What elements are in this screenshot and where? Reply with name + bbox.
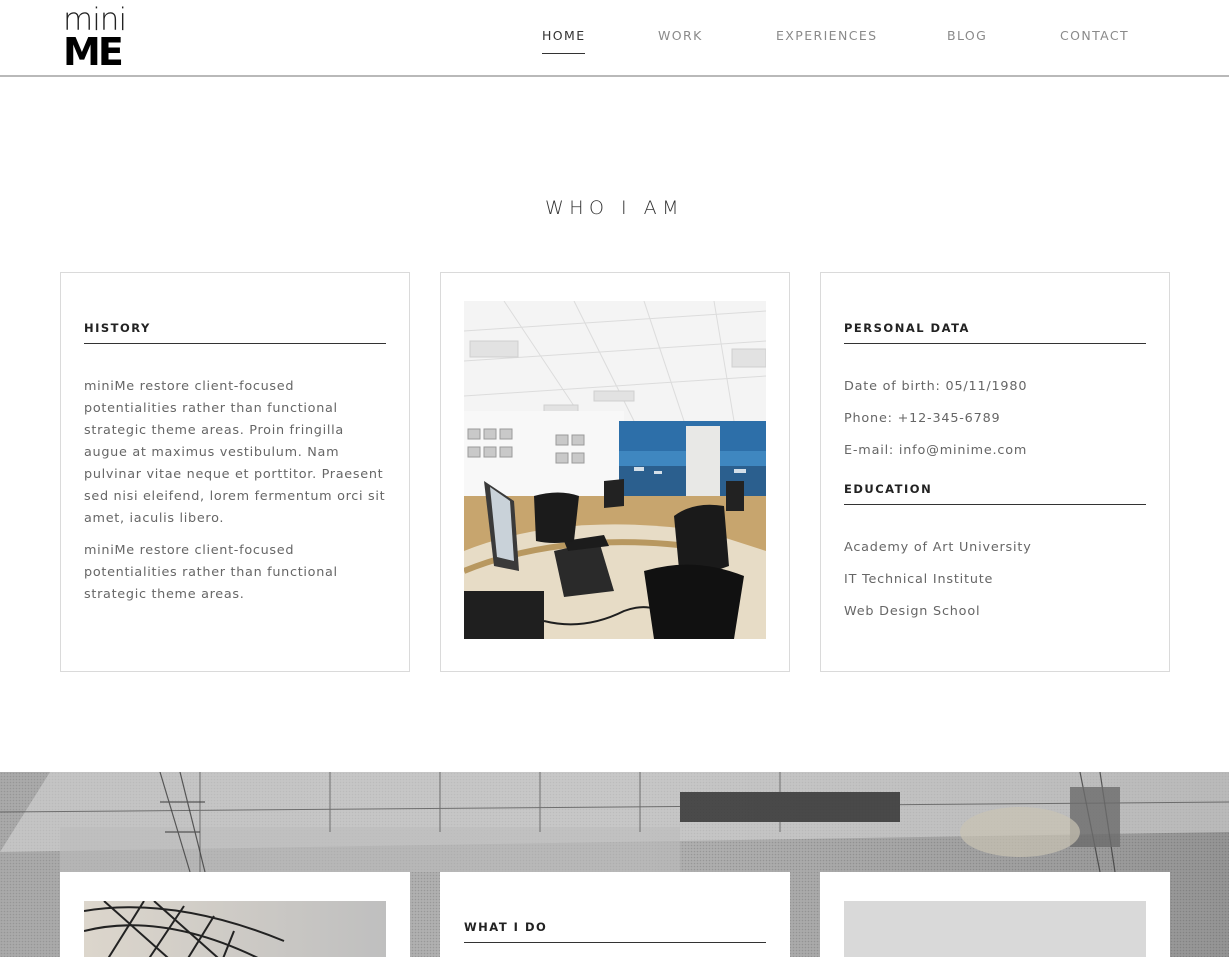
section-title: WHO I AM: [544, 197, 685, 219]
education-item: IT Technical Institute: [844, 572, 994, 587]
what-i-do-card: WHAT I DO: [440, 872, 790, 957]
top-navbar: mini ME HOME WORK EXPERIENCES BLOG CONTA…: [0, 0, 1229, 77]
office-photo: [464, 301, 766, 639]
history-heading: HISTORY: [84, 321, 386, 344]
site-logo[interactable]: mini ME: [63, 5, 127, 74]
education-heading: EDUCATION: [844, 482, 1146, 505]
personal-data-card: PERSONAL DATA Date of birth: 05/11/1980 …: [820, 272, 1170, 672]
nav-contact[interactable]: CONTACT: [1060, 28, 1129, 43]
nav-home[interactable]: HOME: [542, 28, 586, 43]
lower-card-image: [60, 872, 410, 957]
history-text: miniMe restore client-focused potentiali…: [84, 376, 389, 606]
image-placeholder: [844, 901, 1146, 957]
architecture-photo-illustration: [84, 901, 386, 957]
personal-data-heading: PERSONAL DATA: [844, 321, 1146, 344]
active-nav-indicator: [542, 53, 585, 54]
architecture-photo: [84, 901, 386, 957]
nav-work[interactable]: WORK: [658, 28, 703, 43]
education-item: Web Design School: [844, 604, 981, 619]
nav-experiences[interactable]: EXPERIENCES: [776, 28, 877, 43]
email-address: E-mail: info@minime.com: [844, 443, 1028, 458]
history-card: HISTORY miniMe restore client-focused po…: [60, 272, 410, 672]
date-of-birth: Date of birth: 05/11/1980: [844, 379, 1028, 394]
photo-card: [440, 272, 790, 672]
office-photo-illustration: [464, 301, 766, 639]
education-item: Academy of Art University: [844, 540, 1032, 555]
nav-blog[interactable]: BLOG: [947, 28, 987, 43]
logo-text-bottom: ME: [63, 30, 124, 74]
lower-card-placeholder: [820, 872, 1170, 957]
phone-number: Phone: +12-345-6789: [844, 411, 1001, 426]
history-paragraph: miniMe restore client-focused potentiali…: [84, 379, 386, 526]
what-i-do-heading: WHAT I DO: [464, 920, 766, 943]
history-paragraph: miniMe restore client-focused potentiali…: [84, 543, 338, 602]
